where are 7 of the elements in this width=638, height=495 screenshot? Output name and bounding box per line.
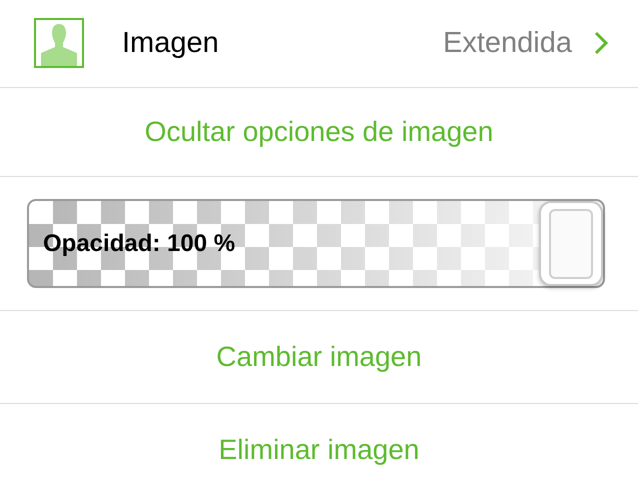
image-action-button[interactable]: Cambiar imagen [208, 337, 430, 378]
image-value: Extendida [443, 26, 572, 60]
image-label: Imagen [122, 26, 220, 60]
image-action-button[interactable]: Eliminar imagen [210, 430, 428, 470]
chevron-icon[interactable] [594, 31, 608, 56]
hide-options-button[interactable]: Ocultar opciones de imagen [136, 112, 502, 152]
person-icon [34, 18, 84, 68]
